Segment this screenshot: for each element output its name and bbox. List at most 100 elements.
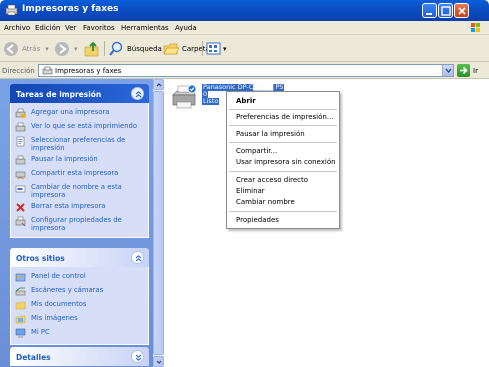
menu-separator: [229, 142, 337, 143]
printer-name: Panasonic DP-C████ PS: [202, 83, 285, 91]
menu-item-rename[interactable]: Cambiar nombre: [227, 197, 339, 208]
task-add-printer[interactable]: Agregar una impresora: [15, 108, 144, 119]
printer-folder-icon: [5, 4, 18, 16]
address-dropdown-button[interactable]: [442, 65, 453, 76]
expand-button[interactable]: [131, 350, 144, 363]
place-label: Escáneres y cámaras: [31, 286, 104, 294]
task-delete-printer[interactable]: Borrar esta impresora: [15, 202, 144, 213]
search-button[interactable]: Búsqueda: [108, 40, 162, 57]
go-label[interactable]: Ir: [473, 67, 478, 75]
forward-dropdown-icon: ▾: [74, 44, 78, 53]
menu-ver[interactable]: Ver: [65, 24, 76, 32]
place-my-computer[interactable]: Mi PC: [15, 328, 144, 339]
delete-icon: [16, 203, 25, 212]
toolbar-separator: [104, 41, 105, 56]
address-label: Dirección: [2, 67, 35, 75]
my-computer-icon: [15, 328, 26, 338]
printer-tasks-body: Agregar una impresora Ver lo que se está…: [10, 103, 149, 238]
close-icon: [458, 7, 466, 15]
place-label: Panel de control: [31, 272, 86, 280]
scroll-up-button[interactable]: [153, 79, 164, 90]
panel-title: Otros sitios: [16, 254, 65, 263]
task-see-printing[interactable]: Ver lo que se está imprimiendo: [15, 122, 144, 133]
maximize-icon: [441, 6, 451, 16]
details-panel: Detalles: [10, 347, 149, 366]
place-control-panel[interactable]: Panel de control: [15, 272, 144, 283]
task-label: Cambiar de nombre a esta impresora: [31, 183, 122, 199]
task-label: Agregar una impresora: [31, 108, 110, 116]
menu-item-pause[interactable]: Pausar la impresión: [227, 129, 339, 140]
menu-item-open[interactable]: Abrir: [227, 96, 339, 107]
address-value: Impresoras y faxes: [55, 67, 122, 75]
printer-folder-icon: [42, 66, 53, 75]
address-input[interactable]: Impresoras y faxes: [38, 64, 454, 77]
share-printer-icon: [15, 171, 26, 180]
collapse-button[interactable]: [131, 251, 144, 264]
task-printing-preferences[interactable]: Seleccionar preferencias de impresión: [15, 136, 144, 152]
toolbar: Atrás ▾ ▾ Búsqueda Carpetas ▾: [0, 35, 489, 62]
title-bar[interactable]: Impresoras y faxes: [0, 0, 489, 21]
task-share-printer[interactable]: Compartir esta impresora: [15, 169, 144, 180]
task-pane: Tareas de impresión Agregar una impresor…: [0, 79, 153, 367]
task-pane-scrollbar[interactable]: [153, 79, 164, 367]
task-rename-printer[interactable]: Cambiar de nombre a esta impresora: [15, 183, 144, 199]
menu-item-create-shortcut[interactable]: Crear acceso directo: [227, 175, 339, 186]
task-printer-properties[interactable]: Configurar propiedades de impresora: [15, 216, 144, 232]
menu-separator: [229, 125, 337, 126]
scroll-down-button[interactable]: [153, 356, 164, 367]
place-my-documents[interactable]: Mis documentos: [15, 300, 144, 311]
views-button[interactable]: ▾: [206, 40, 227, 57]
menu-item-properties[interactable]: Propiedades: [227, 215, 339, 226]
back-button[interactable]: Atrás ▾: [3, 40, 49, 57]
print-queue-icon: [15, 122, 26, 132]
collapse-button[interactable]: [131, 87, 144, 100]
menu-item-share[interactable]: Compartir...: [227, 146, 339, 157]
details-header[interactable]: Detalles: [10, 347, 149, 366]
search-label: Búsqueda: [127, 44, 162, 53]
menu-item-preferences[interactable]: Preferencias de impresión...: [227, 112, 339, 123]
control-panel-icon: [15, 273, 26, 282]
place-label: Mi PC: [31, 328, 50, 336]
scroll-thumb[interactable]: [153, 91, 164, 355]
back-label: Atrás: [22, 44, 41, 53]
menu-item-delete[interactable]: Eliminar: [227, 186, 339, 197]
forward-button[interactable]: ▾: [54, 40, 78, 57]
place-scanners-cameras[interactable]: Escáneres y cámaras: [15, 286, 144, 297]
chevron-down-icon: [445, 68, 452, 74]
task-label: Borrar esta impresora: [31, 202, 106, 210]
views-dropdown-icon: ▾: [223, 44, 227, 53]
menu-herramientas[interactable]: Herramientas: [121, 24, 169, 32]
menu-ayuda[interactable]: Ayuda: [175, 24, 197, 32]
printer-tasks-header[interactable]: Tareas de impresión: [10, 84, 149, 103]
place-my-pictures[interactable]: Mis imágenes: [15, 314, 144, 325]
task-label: Seleccionar preferencias de impresión: [31, 136, 126, 152]
menu-archivo[interactable]: Archivo: [4, 24, 30, 32]
chevron-up-double-icon: [135, 255, 142, 262]
toolbar-separator: [202, 41, 203, 56]
menu-edicion[interactable]: Edición: [35, 24, 60, 32]
scanner-camera-icon: [15, 287, 26, 296]
task-pause-printing[interactable]: Pausar la impresión: [15, 155, 144, 166]
other-places-body: Panel de control Escáneres y cámaras Mis…: [10, 267, 149, 345]
task-label: Compartir esta impresora: [31, 169, 119, 177]
back-dropdown-icon: ▾: [45, 44, 49, 53]
other-places-panel: Otros sitios Panel de control Escáneres …: [10, 248, 149, 345]
place-label: Mis imágenes: [31, 314, 78, 322]
menu-favoritos[interactable]: Favoritos: [83, 24, 115, 32]
maximize-button[interactable]: [438, 3, 453, 18]
other-places-header[interactable]: Otros sitios: [10, 248, 149, 267]
address-bar: Dirección Impresoras y faxes Ir: [0, 62, 489, 79]
my-pictures-icon: [15, 315, 26, 324]
close-button[interactable]: [454, 3, 469, 18]
add-printer-icon: [15, 108, 26, 118]
menu-item-offline[interactable]: Usar impresora sin conexión: [227, 157, 339, 168]
printer-tasks-panel: Tareas de impresión Agregar una impresor…: [10, 84, 149, 238]
menu-separator: [229, 211, 337, 212]
go-arrow-icon: [460, 66, 468, 75]
folders-icon: [163, 43, 179, 54]
minimize-button[interactable]: [422, 3, 437, 18]
chevron-up-double-icon: [135, 91, 142, 98]
printer-icon[interactable]: [170, 83, 198, 111]
up-folder-button[interactable]: [84, 40, 100, 57]
go-button[interactable]: [457, 64, 470, 77]
